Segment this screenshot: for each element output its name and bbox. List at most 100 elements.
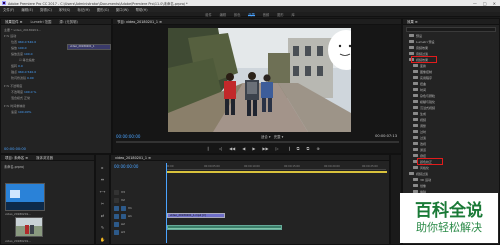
- ec-row-time-remap[interactable]: ▾ fx 时间重映射: [4, 104, 25, 108]
- track-target-button[interactable]: [114, 221, 119, 227]
- menu-file[interactable]: 文件(F): [3, 7, 14, 12]
- effects-item-time[interactable]: 时间: [413, 87, 426, 92]
- workspace-color[interactable]: 颜色: [234, 12, 240, 17]
- timeline-timecode[interactable]: 00:00:00:00: [114, 164, 138, 169]
- project-item-thumbnail[interactable]: [15, 217, 43, 237]
- effects-item-audio-effects[interactable]: 音频效果: [409, 45, 428, 50]
- maximize-button[interactable]: □: [483, 1, 487, 6]
- effects-item-distort[interactable]: 扭曲: [413, 81, 426, 86]
- selection-tool-icon[interactable]: ▸: [101, 165, 103, 170]
- workspace-assembly[interactable]: 组件: [205, 12, 211, 17]
- tab-project[interactable]: 项目: 未命名 ≡: [5, 155, 28, 160]
- effects-item-transition[interactable]: 过渡: [413, 135, 426, 140]
- effects-item-utility[interactable]: 实用程序: [413, 75, 432, 80]
- program-timecode[interactable]: 00:00:00:00: [116, 134, 140, 139]
- effects-item-noise-grain[interactable]: 杂色与颗粒: [413, 93, 435, 98]
- menu-edit[interactable]: 编辑(E): [21, 7, 33, 12]
- razor-tool-icon[interactable]: ✂: [101, 201, 104, 206]
- go-to-out-button[interactable]: ▷: [276, 146, 279, 151]
- menu-help[interactable]: 帮助(H): [136, 7, 148, 12]
- track-target-button[interactable]: [121, 205, 126, 211]
- lift-button[interactable]: ⧉: [297, 146, 300, 151]
- tab-program-monitor[interactable]: 节目: video_20180201_1 ≡: [117, 19, 162, 24]
- ec-row-motion[interactable]: ▾ fx 运动: [4, 34, 16, 38]
- extract-button[interactable]: ⧉: [306, 146, 309, 151]
- track-target-button[interactable]: [114, 205, 119, 211]
- workspace-effects[interactable]: 效果: [248, 12, 255, 17]
- effects-item-immersive-video[interactable]: 沉浸式视频: [413, 105, 435, 110]
- hand-tool-icon[interactable]: ✋: [100, 237, 105, 242]
- playhead[interactable]: [166, 163, 167, 243]
- workspace-graphics[interactable]: 图形: [277, 12, 283, 17]
- effects-item-image-control[interactable]: 图像控制: [413, 69, 432, 74]
- tab-timeline-sequence[interactable]: video_20180201_1 ≡: [115, 156, 151, 160]
- effects-item-blur-sharpen[interactable]: 模糊与锐化: [413, 99, 435, 104]
- video-clip[interactable]: video_20180201_1.mp4 [V]: [167, 213, 225, 218]
- export-frame-button[interactable]: ⊕: [316, 146, 319, 151]
- track-target-button[interactable]: [114, 213, 119, 219]
- zoom-select[interactable]: 适合 ▾ 完整 ▾: [261, 134, 283, 139]
- track-target-button[interactable]: [121, 213, 126, 219]
- step-back-button[interactable]: ◀◀: [229, 146, 235, 151]
- ec-row-uniform-scale[interactable]: ☑ 等比缩放: [19, 58, 35, 62]
- menu-sequence[interactable]: 序列(S): [59, 7, 71, 12]
- tab-source[interactable]: 源: (无剪辑): [59, 19, 77, 24]
- position-value[interactable]: 960.0 540.0: [18, 40, 36, 44]
- track-select-tool-icon[interactable]: ⇹: [101, 177, 104, 182]
- menu-window[interactable]: 窗口(W): [116, 7, 129, 12]
- timeline-ruler[interactable]: 00:00 00:00:05:00 00:00:10:00 00:00:15:0…: [166, 164, 386, 170]
- mark-out-button[interactable]: ⎹: [286, 146, 290, 151]
- workspace-audio[interactable]: 音频: [263, 12, 269, 17]
- program-scrub-bar[interactable]: [116, 141, 399, 143]
- menu-clip[interactable]: 剪辑(C): [40, 7, 52, 12]
- tab-media-browser[interactable]: 媒体浏览器: [36, 155, 53, 160]
- rewind-button[interactable]: ◀: [242, 146, 245, 151]
- track-target-button[interactable]: [114, 197, 119, 203]
- effects-search-input[interactable]: [406, 27, 496, 32]
- track-target-button[interactable]: [114, 229, 119, 235]
- step-forward-button[interactable]: ▶▶: [262, 146, 268, 151]
- effects-item-perspective[interactable]: 透视: [413, 141, 426, 146]
- slip-tool-icon[interactable]: ⇄: [101, 213, 104, 218]
- effects-item-transform[interactable]: 变换: [413, 63, 426, 68]
- ec-timecode[interactable]: 00:00:00:00: [4, 147, 26, 151]
- work-area-bar[interactable]: [167, 171, 387, 173]
- effects-item-video[interactable]: 视频: [413, 117, 426, 122]
- go-to-in-button[interactable]: ◁: [219, 146, 222, 151]
- effects-item-obsolete[interactable]: 过时: [413, 129, 426, 134]
- scale-width-value[interactable]: 100.0: [24, 52, 33, 56]
- opacity-value[interactable]: 100.0 %: [24, 90, 36, 94]
- rotation-value[interactable]: 0.0: [18, 64, 23, 68]
- effects-item-channel[interactable]: 通道: [413, 147, 426, 152]
- effects-item-video-transitions[interactable]: 视频过渡: [409, 171, 428, 176]
- tab-effect-controls[interactable]: 效果控件 ≡: [5, 19, 22, 24]
- project-item-thumbnail[interactable]: [5, 183, 45, 211]
- menu-marker[interactable]: 标记(M): [77, 7, 89, 12]
- workspace-editing[interactable]: 编辑: [220, 12, 226, 17]
- tab-effects[interactable]: 效果 ≡: [407, 19, 418, 24]
- speed-value[interactable]: 100.00%: [18, 110, 31, 114]
- effects-item-lumetri-presets[interactable]: Lumetri 预设: [409, 39, 435, 44]
- audio-clip[interactable]: [167, 225, 282, 230]
- workspace-libraries[interactable]: 库: [292, 12, 295, 17]
- close-button[interactable]: ✕: [493, 1, 496, 6]
- antiflicker-value[interactable]: 0.00: [27, 76, 34, 80]
- minimize-button[interactable]: —: [473, 1, 477, 6]
- effects-item-3d-motion[interactable]: 3D 运动: [413, 177, 431, 182]
- ec-row-opacity-group[interactable]: ▾ fx 不透明度: [4, 84, 22, 88]
- effects-item-generate[interactable]: 生成: [413, 111, 426, 116]
- track-target-button[interactable]: [114, 189, 119, 195]
- effects-item-presets[interactable]: 预设: [409, 33, 422, 38]
- blend-mode-select[interactable]: 正常: [24, 96, 30, 100]
- scale-value[interactable]: 100.0: [18, 46, 27, 50]
- effects-item-adjust[interactable]: 调整: [413, 123, 426, 128]
- pen-tool-icon[interactable]: ✎: [101, 225, 104, 230]
- mark-in-button[interactable]: ⎸: [208, 146, 212, 151]
- tab-lumetri-scopes[interactable]: Lumetri 范围: [30, 19, 51, 24]
- menu-graphics[interactable]: 图形(G): [97, 7, 109, 12]
- ripple-edit-tool-icon[interactable]: ⟷: [100, 189, 106, 194]
- effects-item-iris[interactable]: 划像: [413, 183, 426, 188]
- play-button[interactable]: ▶: [252, 146, 255, 151]
- effects-item-stylize[interactable]: 风格化: [413, 165, 429, 170]
- anchor-value[interactable]: 960.0 540.0: [18, 70, 36, 74]
